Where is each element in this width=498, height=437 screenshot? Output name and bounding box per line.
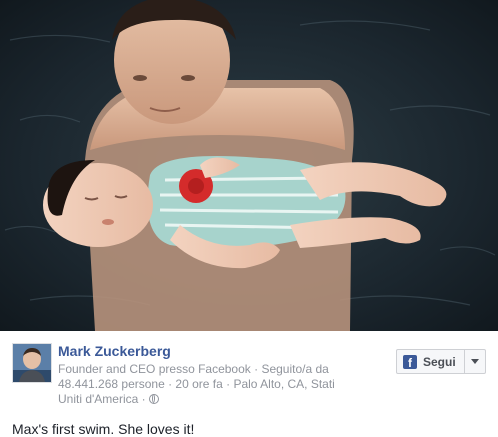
facebook-icon: f — [403, 354, 417, 369]
author-name[interactable]: Mark Zuckerberg — [58, 343, 358, 360]
facebook-post: Mark Zuckerberg Founder and CEO presso F… — [0, 0, 498, 437]
follow-button[interactable]: f Segui — [397, 350, 465, 373]
post-message: Max's first swim. She loves it! — [12, 421, 195, 437]
post-header: Mark Zuckerberg Founder and CEO presso F… — [58, 343, 358, 407]
avatar-image — [13, 344, 51, 382]
photo-illustration — [0, 0, 498, 331]
follow-dropdown-button[interactable] — [465, 350, 485, 373]
author-avatar[interactable] — [12, 343, 52, 383]
globe-icon[interactable] — [148, 394, 159, 404]
follow-label: Segui — [423, 354, 456, 369]
post-photo[interactable] — [0, 0, 498, 331]
caret-down-icon — [470, 359, 479, 364]
follow-control: f Segui — [396, 349, 486, 374]
post-meta: Founder and CEO presso Facebook · Seguit… — [58, 362, 358, 407]
post-meta-text: Founder and CEO presso Facebook · Seguit… — [58, 362, 335, 406]
